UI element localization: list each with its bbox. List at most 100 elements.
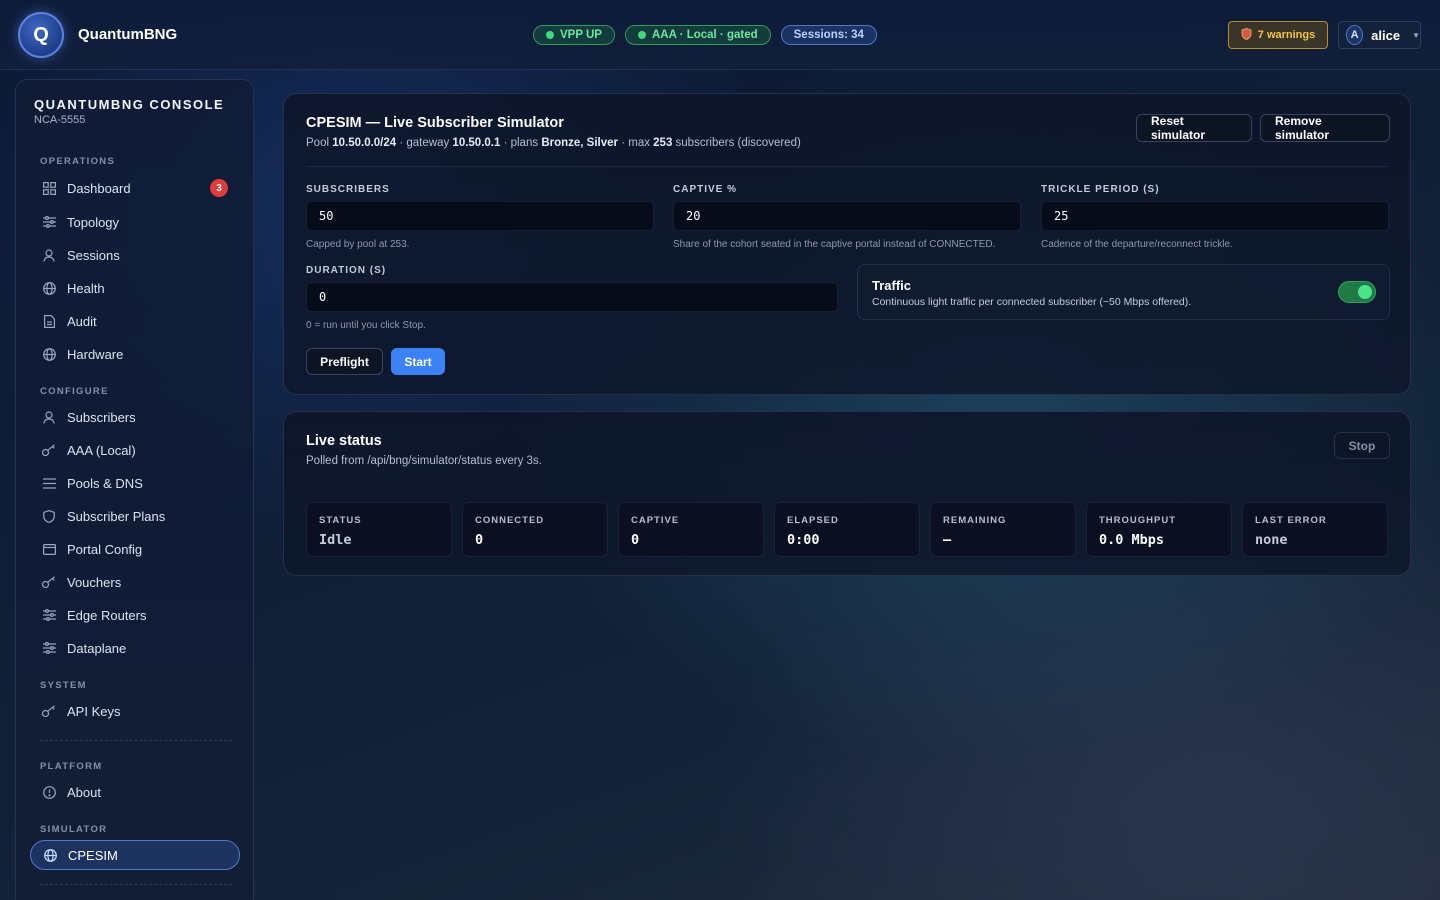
stat-remaining: REMAINING — [930, 502, 1076, 557]
globe-icon [43, 848, 57, 862]
captive-hint: Share of the cohort seated in the captiv… [673, 239, 996, 250]
sidebar-item-dashboard[interactable]: Dashboard 3 [30, 173, 240, 203]
app-logo[interactable]: Q [18, 12, 64, 58]
pool-value: 10.50.0.0/24 [332, 137, 397, 149]
sidebar-item-audit[interactable]: Audit [30, 306, 240, 336]
trickle-label: TRICKLE PERIOD (S) [1041, 184, 1160, 195]
traffic-toggle[interactable] [1338, 281, 1376, 303]
section-simulator: SIMULATOR [40, 824, 108, 835]
warnings-button[interactable]: 7 warnings [1228, 21, 1328, 49]
globe-icon [42, 347, 56, 361]
card-divider [306, 166, 1388, 167]
sidebar-item-label: Topology [67, 214, 120, 230]
sidebar-item-subscribers[interactable]: Subscribers [30, 402, 240, 432]
sidebar-item-label: Hardware [67, 346, 124, 362]
sidebar-item-label: Subscriber Plans [67, 508, 166, 524]
shield-icon [42, 509, 56, 523]
sidebar-item-cpesim[interactable]: CPESIM [30, 840, 240, 870]
sidebar-item-portal[interactable]: Portal Config [30, 534, 240, 564]
stat-label: THROUGHPUT [1099, 515, 1177, 526]
stat-label: CONNECTED [475, 515, 545, 526]
captive-label: CAPTIVE % [673, 184, 738, 195]
sidebar-item-vouchers[interactable]: Vouchers [30, 567, 240, 597]
start-button[interactable]: Start [391, 348, 445, 375]
stop-button[interactable]: Stop [1334, 432, 1390, 459]
captive-input[interactable]: 20 [673, 201, 1021, 231]
sidebar-item-api-keys[interactable]: API Keys [30, 696, 240, 726]
status-dot-icon [637, 31, 646, 39]
sidebar-item-pools[interactable]: Pools & DNS [30, 468, 240, 498]
sidebar-item-label: Audit [67, 313, 97, 329]
stat-status: STATUS Idle [306, 502, 452, 557]
sidebar-item-topology[interactable]: Topology [30, 207, 240, 237]
sidebar-item-plans[interactable]: Subscriber Plans [30, 501, 240, 531]
stat-connected: CONNECTED 0 [462, 502, 608, 557]
user-icon [42, 248, 56, 262]
sidebar-item-dataplane[interactable]: Dataplane [30, 633, 240, 663]
section-platform: PLATFORM [40, 761, 103, 772]
sidebar-item-label: Health [67, 280, 105, 296]
stat-label: LAST ERROR [1255, 515, 1327, 526]
sidebar-item-health[interactable]: Health [30, 273, 240, 303]
summary-text: · max [618, 137, 654, 149]
sliders-icon [42, 641, 56, 655]
vpp-status-pill: VPP UP [533, 25, 615, 45]
reset-simulator-button[interactable]: Reset simulator [1136, 114, 1252, 142]
grid-icon [42, 181, 56, 195]
duration-label: DURATION (S) [306, 265, 387, 276]
summary-text: subscribers (discovered) [672, 137, 801, 149]
stat-label: CAPTIVE [631, 515, 680, 526]
traffic-title: Traffic [872, 278, 912, 293]
subscribers-input[interactable]: 50 [306, 201, 654, 231]
stat-value: 0.0 Mbps [1099, 532, 1165, 548]
sidebar: QUANTUMBNG CONSOLE NCA-5555 OPERATIONS D… [15, 79, 254, 900]
duration-input[interactable]: 0 [306, 282, 838, 312]
preflight-button[interactable]: Preflight [306, 348, 383, 375]
sidebar-item-label: About [67, 784, 101, 800]
sidebar-item-label: AAA (Local) [67, 442, 136, 458]
key-icon [42, 575, 56, 589]
sidebar-divider [40, 740, 232, 741]
sessions-pill: Sessions: 34 [780, 25, 877, 45]
sidebar-item-label: API Keys [67, 703, 121, 719]
section-configure: CONFIGURE [40, 386, 109, 397]
console-title: QUANTUMBNG CONSOLE [34, 97, 225, 112]
sidebar-item-edge-routers[interactable]: Edge Routers [30, 600, 240, 630]
trickle-input[interactable]: 25 [1041, 201, 1389, 231]
summary-text: · gateway [396, 137, 453, 149]
stat-captive: CAPTIVE 0 [618, 502, 764, 557]
subscribers-hint: Capped by pool at 253. [306, 239, 410, 250]
sliders-icon [42, 608, 56, 622]
list-icon [42, 476, 56, 490]
live-status-subtitle: Polled from /api/bng/simulator/status ev… [306, 455, 542, 467]
pill-label: VPP UP [560, 29, 602, 41]
sidebar-item-label: CPESIM [68, 847, 118, 863]
document-icon [42, 314, 56, 328]
stat-value: — [943, 532, 952, 548]
user-name: alice [1371, 27, 1401, 43]
summary-text: Pool [306, 137, 333, 149]
sidebar-item-about[interactable]: About [30, 777, 240, 807]
traffic-panel: Traffic Continuous light traffic per con… [857, 264, 1390, 320]
brand-name: QuantumBNG [78, 26, 178, 43]
simulator-card: CPESIM — Live Subscriber Simulator Pool … [283, 93, 1411, 395]
live-status-card: Live status Polled from /api/bng/simulat… [283, 411, 1411, 576]
stat-value: none [1255, 532, 1288, 548]
sidebar-item-aaa[interactable]: AAA (Local) [30, 435, 240, 465]
gateway-value: 10.50.0.1 [452, 137, 501, 149]
remove-simulator-button[interactable]: Remove simulator [1260, 114, 1390, 142]
device-id: NCA-5555 [34, 114, 86, 126]
user-icon [42, 410, 56, 424]
section-system: SYSTEM [40, 680, 87, 691]
pill-label: AAA · Local · gated [651, 29, 758, 41]
toggle-knob [1358, 285, 1372, 299]
sidebar-item-label: Vouchers [67, 574, 122, 590]
trickle-hint: Cadence of the departure/reconnect trick… [1041, 239, 1233, 250]
user-menu[interactable]: A alice ▼ [1338, 21, 1421, 49]
logo-letter: Q [33, 23, 49, 46]
key-icon [42, 704, 56, 718]
sidebar-item-sessions[interactable]: Sessions [30, 240, 240, 270]
plans-value: Bronze, Silver [541, 137, 619, 149]
sidebar-item-hardware[interactable]: Hardware [30, 339, 240, 369]
stat-elapsed: ELAPSED 0:00 [774, 502, 920, 557]
